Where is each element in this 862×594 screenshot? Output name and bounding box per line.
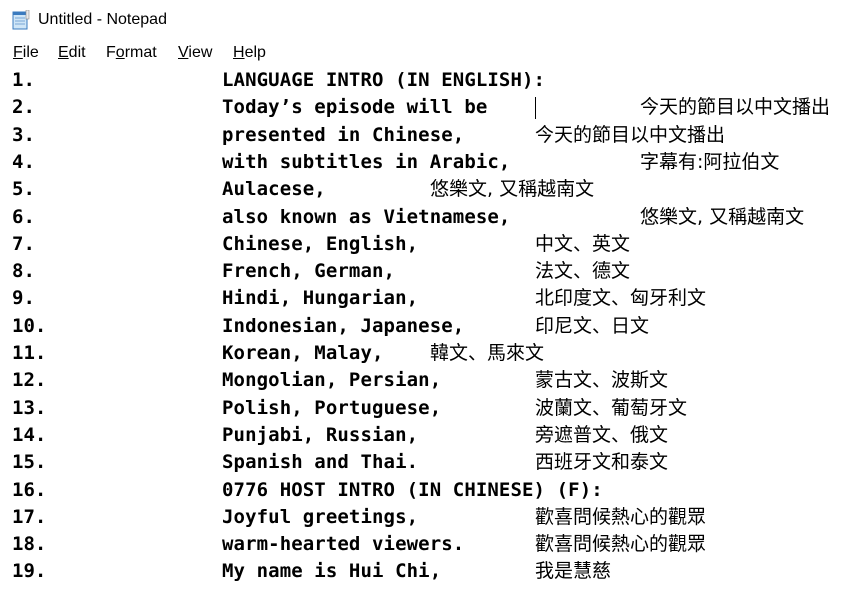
chinese-text: 歡喜問候熱心的觀眾	[535, 533, 707, 556]
text-line: 3. presented in Chinese, 今天的節目以中文播出	[0, 122, 862, 149]
english-text: 0776 HOST INTRO (IN CHINESE) (F):	[222, 478, 603, 501]
english-text: Punjabi, Russian,	[222, 423, 419, 446]
english-text: Indonesian, Japanese,	[222, 314, 465, 337]
line-number: 19.	[12, 560, 47, 583]
menu-edit[interactable]: Edit	[58, 43, 86, 63]
text-line: 18. warm-hearted viewers. 歡喜問候熱心的觀眾	[0, 531, 862, 558]
chinese-text: 悠樂文, 又稱越南文	[430, 178, 595, 201]
line-number: 6.	[12, 205, 35, 228]
chinese-text: 法文、德文	[535, 260, 631, 283]
chinese-text: 西班牙文和泰文	[535, 451, 669, 474]
menu-file[interactable]: File	[13, 43, 39, 63]
english-text: Mongolian, Persian,	[222, 369, 442, 392]
chinese-text: 中文、英文	[535, 232, 631, 255]
menu-view[interactable]: View	[178, 43, 212, 63]
chinese-text: 蒙古文、波斯文	[535, 369, 669, 392]
english-text: My name is Hui Chi,	[222, 560, 442, 583]
line-number: 9.	[12, 287, 35, 310]
line-number: 7.	[12, 232, 35, 255]
english-text: Chinese, English,	[222, 232, 419, 255]
text-line: 14. Punjabi, Russian, 旁遮普文、俄文	[0, 422, 862, 449]
text-line: 1. LANGUAGE INTRO (IN ENGLISH):	[0, 67, 862, 94]
menu-help[interactable]: Help	[233, 43, 266, 63]
menu-format[interactable]: Format	[106, 43, 157, 63]
notepad-icon	[12, 10, 30, 30]
english-text: Today’s episode will be	[222, 96, 499, 119]
line-number: 16.	[12, 478, 47, 501]
text-line: 10. Indonesian, Japanese, 印尼文、日文	[0, 313, 862, 340]
chinese-text: 北印度文、匈牙利文	[535, 287, 707, 310]
text-line: 12. Mongolian, Persian, 蒙古文、波斯文	[0, 367, 862, 394]
text-line: 4. with subtitles in Arabic, 字幕有:阿拉伯文	[0, 149, 862, 176]
line-number: 10.	[12, 314, 47, 337]
window-title: Untitled - Notepad	[38, 11, 167, 28]
english-text: Aulacese,	[222, 178, 326, 201]
line-number: 2.	[12, 96, 35, 119]
english-text: French, German,	[222, 260, 396, 283]
text-caret	[535, 97, 536, 120]
chinese-text: 波蘭文、葡萄牙文	[535, 396, 688, 419]
english-text: presented in Chinese,	[222, 123, 465, 146]
text-line: 9. Hindi, Hungarian, 北印度文、匈牙利文	[0, 285, 862, 312]
text-editor[interactable]: 1. LANGUAGE INTRO (IN ENGLISH): 2. Today’s …	[0, 66, 862, 594]
line-number: 12.	[12, 369, 47, 392]
text-line: 5. Aulacese, 悠樂文, 又稱越南文	[0, 176, 862, 203]
english-text: Spanish and Thai.	[222, 451, 419, 474]
line-number: 1.	[12, 69, 35, 91]
text-line: 13. Polish, Portuguese, 波蘭文、葡萄牙文	[0, 395, 862, 422]
line-number: 13.	[12, 396, 47, 419]
text-line: 19. My name is Hui Chi, 我是慧慈	[0, 558, 862, 585]
chinese-text: 印尼文、日文	[535, 314, 650, 337]
chinese-text: 字幕有:阿拉伯文	[640, 150, 780, 173]
text-line: 11. Korean, Malay, 韓文、馬來文	[0, 340, 862, 367]
english-text: Hindi, Hungarian,	[222, 287, 419, 310]
line-number: 5.	[12, 178, 35, 201]
text-line: 2. Today’s episode will be 今天的節目以中文播出	[0, 94, 862, 121]
line-number: 4.	[12, 150, 35, 173]
line-number: 14.	[12, 423, 47, 446]
chinese-text: 今天的節目以中文播出	[640, 96, 831, 119]
english-text: LANGUAGE INTRO (IN ENGLISH):	[222, 69, 546, 91]
line-number: 3.	[12, 123, 35, 146]
english-text: Polish, Portuguese,	[222, 396, 442, 419]
text-line: 7. Chinese, English, 中文、英文	[0, 231, 862, 258]
line-number: 17.	[12, 505, 47, 528]
line-number: 15.	[12, 451, 47, 474]
chinese-text: 旁遮普文、俄文	[535, 423, 669, 446]
chinese-text: 悠樂文, 又稱越南文	[640, 205, 805, 228]
chinese-text: 歡喜問候熱心的觀眾	[535, 505, 707, 528]
text-line: 15. Spanish and Thai. 西班牙文和泰文	[0, 449, 862, 476]
text-line: 6. also known as Vietnamese, 悠樂文, 又稱越南文	[0, 204, 862, 231]
chinese-text: 今天的節目以中文播出	[535, 123, 726, 146]
chinese-text: 我是慧慈	[535, 560, 612, 583]
chinese-text: 韓文、馬來文	[430, 342, 545, 364]
title-bar: Untitled - Notepad	[0, 0, 862, 40]
english-text: Korean, Malay,	[222, 342, 384, 364]
text-line: 16. 0776 HOST INTRO (IN CHINESE) (F):	[0, 477, 862, 504]
line-number: 11.	[12, 342, 47, 364]
line-number: 18.	[12, 533, 47, 556]
english-text: Joyful greetings,	[222, 505, 419, 528]
line-number: 8.	[12, 260, 35, 283]
english-text: also known as Vietnamese,	[222, 205, 511, 228]
menu-bar: File Edit Format View Help	[0, 40, 862, 66]
text-line: 8. French, German, 法文、德文	[0, 258, 862, 285]
english-text: with subtitles in Arabic,	[222, 150, 511, 173]
english-text: warm-hearted viewers.	[222, 533, 465, 556]
text-line: 17. Joyful greetings, 歡喜問候熱心的觀眾	[0, 504, 862, 531]
